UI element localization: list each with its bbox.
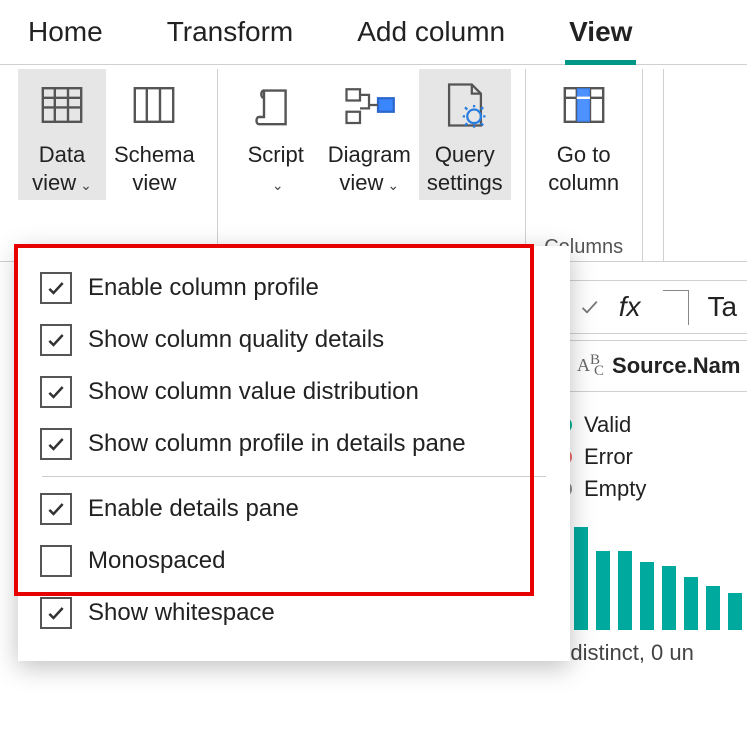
opt-label: Monospaced <box>88 547 225 575</box>
goto-column-icon <box>560 81 608 129</box>
schema-view-button[interactable]: Schema view <box>106 69 203 200</box>
query-settings-button[interactable]: Query settings <box>419 69 511 200</box>
checkbox-icon <box>40 428 72 460</box>
quality-empty-label: Empty <box>584 476 646 502</box>
data-view-dropdown: Enable column profile Show column qualit… <box>18 246 570 661</box>
quality-valid-label: Valid <box>584 412 631 438</box>
quality-empty: Empty <box>556 476 743 502</box>
opt-show-value-distribution[interactable]: Show column value distribution <box>40 366 548 418</box>
dropdown-separator <box>42 476 546 477</box>
script-label: Script <box>248 142 304 167</box>
opt-show-profile-in-pane[interactable]: Show column profile in details pane <box>40 418 548 470</box>
schema-view-label-1: Schema <box>114 142 195 167</box>
opt-enable-column-profile[interactable]: Enable column profile <box>40 262 548 314</box>
checkbox-icon <box>40 597 72 629</box>
formula-text: Ta <box>707 291 737 323</box>
checkbox-icon <box>40 545 72 577</box>
column-name: Source.Nam <box>612 353 740 379</box>
opt-label: Show column profile in details pane <box>88 430 466 458</box>
diagram-view-label-1: Diagram <box>328 142 411 167</box>
tab-home[interactable]: Home <box>24 8 107 64</box>
group-layout: Data view⌄ Schema view <box>18 69 218 261</box>
fx-label: fx <box>619 291 641 323</box>
data-view-button[interactable]: Data view⌄ <box>18 69 106 200</box>
group-columns: Go to column Columns <box>526 69 643 261</box>
opt-label: Show column value distribution <box>88 378 419 406</box>
diagram-view-button[interactable]: Diagram view⌄ <box>320 69 419 200</box>
checkbox-icon <box>40 493 72 525</box>
tab-transform[interactable]: Transform <box>163 8 298 64</box>
ribbon: Data view⌄ Schema view <box>0 65 747 262</box>
opt-enable-details-pane[interactable]: Enable details pane <box>40 483 548 535</box>
group-view-tools: Script ⌄ Diagram view⌄ <box>218 69 526 261</box>
opt-label: Show column quality details <box>88 326 384 354</box>
tab-add-column[interactable]: Add column <box>353 8 509 64</box>
formula-input[interactable] <box>663 290 690 325</box>
quality-valid: Valid <box>556 412 743 438</box>
confirm-icon[interactable] <box>579 293 600 321</box>
ribbon-tabs: Home Transform Add column View <box>0 0 747 65</box>
go-to-column-button[interactable]: Go to column <box>540 69 628 200</box>
quality-error: Error <box>556 444 743 470</box>
opt-label: Show whitespace <box>88 599 275 627</box>
tab-view[interactable]: View <box>565 8 636 64</box>
checkbox-icon <box>40 324 72 356</box>
diagram-view-label-2: view <box>339 170 383 195</box>
goto-column-label-1: Go to <box>557 142 611 167</box>
opt-label: Enable column profile <box>88 274 319 302</box>
columns-icon <box>130 81 178 129</box>
query-settings-label-2: settings <box>427 170 503 195</box>
opt-monospaced[interactable]: Monospaced <box>40 535 548 587</box>
query-settings-icon <box>440 80 490 130</box>
quality-error-label: Error <box>584 444 633 470</box>
query-settings-label-1: Query <box>435 142 495 167</box>
checkbox-icon <box>40 376 72 408</box>
data-view-label-1: Data <box>39 142 85 167</box>
checkbox-icon <box>40 272 72 304</box>
opt-show-quality-details[interactable]: Show column quality details <box>40 314 548 366</box>
type-badge: ABC <box>577 352 604 381</box>
schema-view-label-2: view <box>132 170 176 195</box>
opt-show-whitespace[interactable]: Show whitespace <box>40 587 548 639</box>
data-view-label-2: view <box>32 170 76 195</box>
goto-column-label-2: column <box>548 170 619 195</box>
diagram-icon <box>342 82 396 128</box>
script-icon <box>252 81 300 129</box>
grid-icon <box>38 81 86 129</box>
script-button[interactable]: Script ⌄ <box>232 69 320 200</box>
opt-label: Enable details pane <box>88 495 299 523</box>
